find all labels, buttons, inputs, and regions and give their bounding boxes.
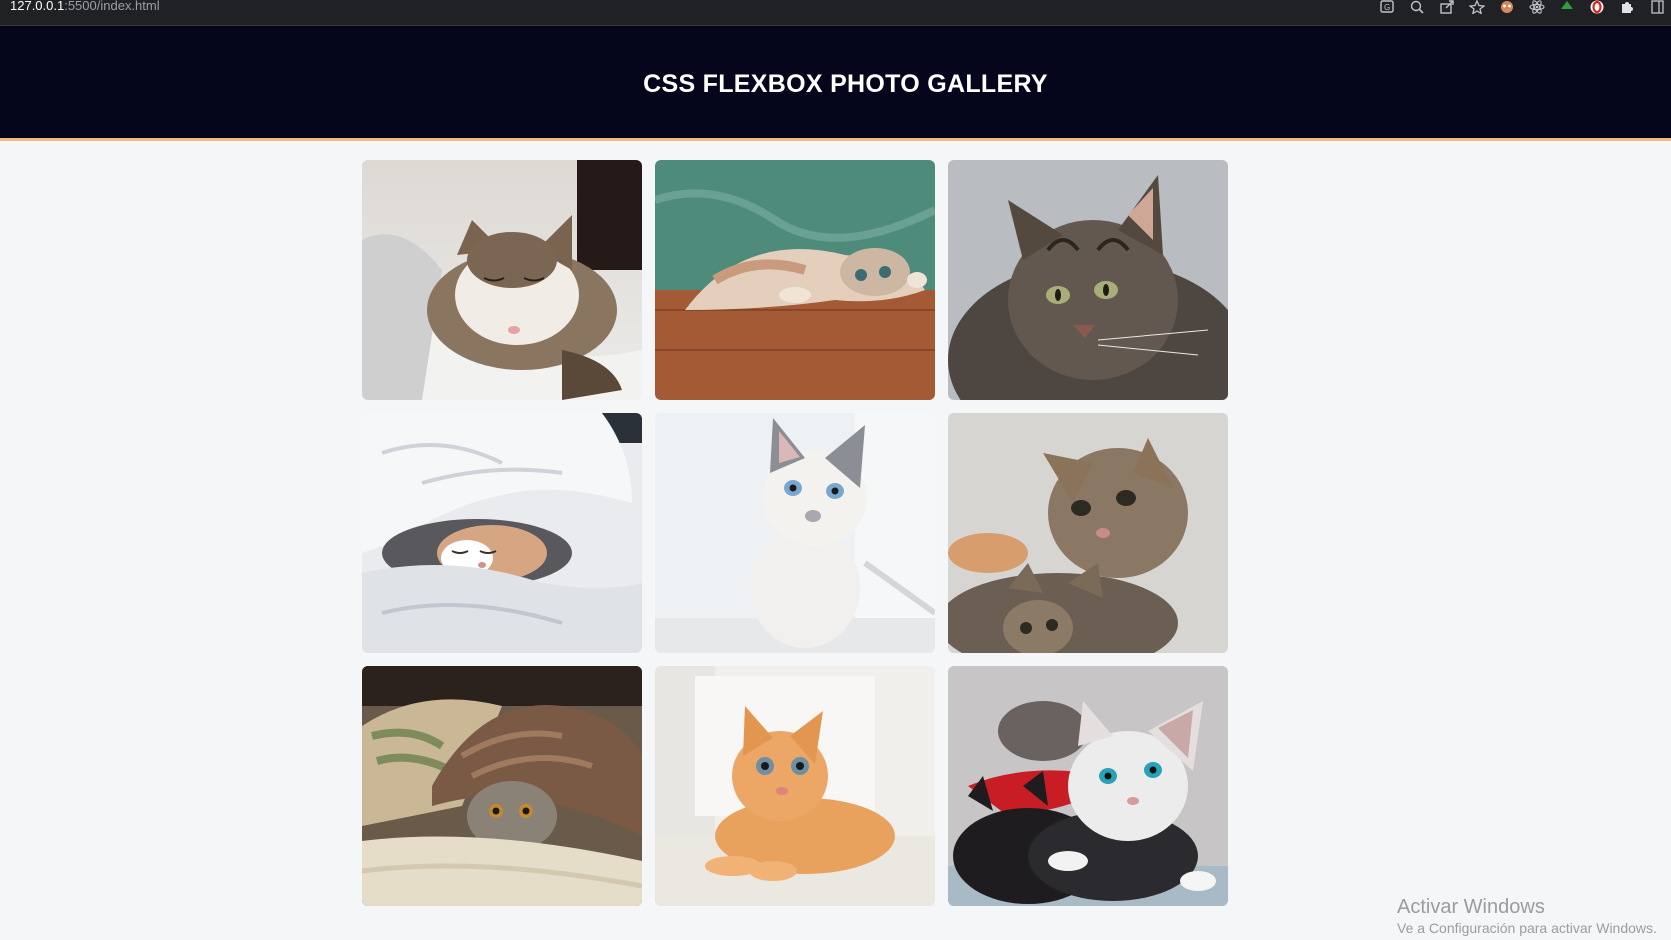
windows-activation-watermark: Activar Windows Ve a Configuración para … [1397, 896, 1657, 938]
bookmark-star-icon[interactable] [1469, 0, 1485, 14]
page-header: CSS FLEXBOX PHOTO GALLERY [0, 26, 1671, 141]
share-icon[interactable] [1439, 0, 1455, 14]
gallery-photo-3[interactable] [948, 160, 1228, 400]
side-panel-icon[interactable] [1649, 0, 1665, 14]
photo-gallery [362, 160, 1228, 906]
gallery-photo-1[interactable] [362, 160, 642, 400]
extensions-puzzle-icon[interactable] [1619, 0, 1635, 14]
extension-face-icon[interactable] [1499, 0, 1515, 14]
gallery-photo-8[interactable] [655, 666, 935, 906]
gallery-photo-9[interactable] [948, 666, 1228, 906]
url-host: 127.0.0.1 [10, 0, 65, 13]
watermark-title: Activar Windows [1397, 896, 1545, 918]
gallery-photo-4[interactable] [362, 413, 642, 653]
opera-icon[interactable] [1589, 0, 1605, 14]
url-path: :5500/index.html [64, 0, 160, 13]
page-title: CSS FLEXBOX PHOTO GALLERY [643, 70, 1048, 98]
svg-text:G: G [1384, 3, 1390, 12]
gallery-photo-7[interactable] [362, 666, 642, 906]
browser-toolbar: 127.0.0.1:5500/index.html G [0, 0, 1671, 26]
translate-icon[interactable]: G [1379, 0, 1395, 14]
gallery-photo-2[interactable] [655, 160, 935, 400]
gallery-photo-5[interactable] [655, 413, 935, 653]
address-bar[interactable]: 127.0.0.1:5500/index.html [10, 0, 160, 14]
toolbar-icons: G [1379, 0, 1665, 14]
react-devtools-icon[interactable] [1529, 0, 1545, 14]
zoom-icon[interactable] [1409, 0, 1425, 14]
watermark-subtitle: Ve a Configuración para activar Windows. [1397, 920, 1657, 936]
gallery-photo-6[interactable] [948, 413, 1228, 653]
green-extension-icon[interactable] [1559, 0, 1575, 14]
